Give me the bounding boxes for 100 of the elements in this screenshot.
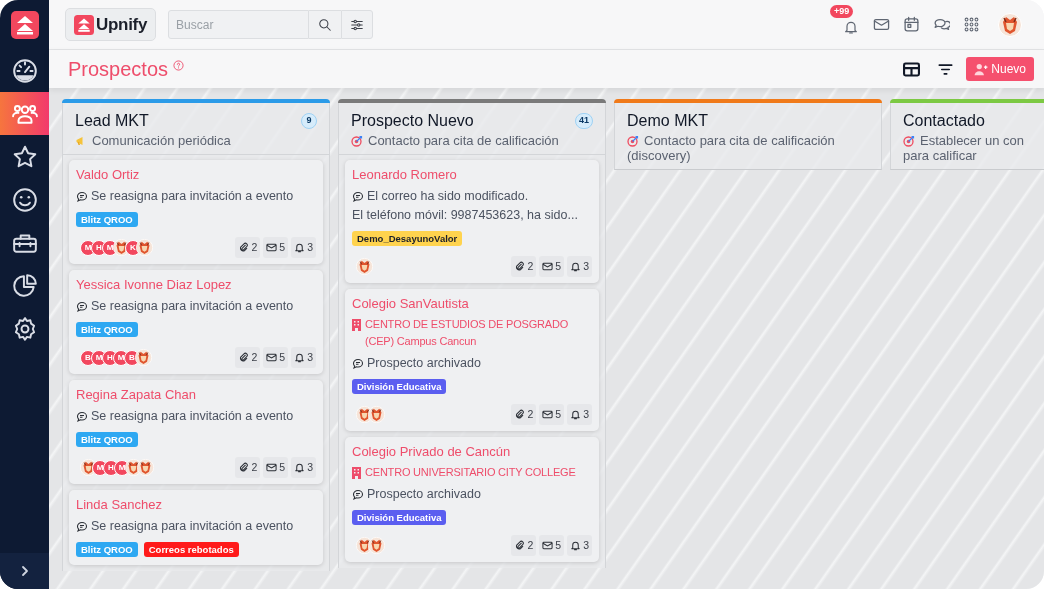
search-field[interactable]: Buscar bbox=[168, 10, 310, 39]
count-badge: 9 bbox=[301, 113, 317, 129]
comment-icon bbox=[76, 190, 88, 203]
column-subtitle: (discovery) bbox=[627, 148, 691, 163]
comment-icon bbox=[352, 190, 364, 203]
prospect-card[interactable]: Regina Zapata Chan Se reasigna para invitación a evento Blitz QROO M H M 2 5 3 bbox=[69, 380, 323, 484]
reminder-count: 3 bbox=[307, 349, 313, 365]
mail-icon bbox=[266, 352, 278, 363]
count-badge: 41 bbox=[575, 113, 593, 129]
user-avatar-button[interactable] bbox=[998, 12, 1022, 37]
reminder-count: 3 bbox=[307, 459, 313, 475]
column-subtitle: Contacto para cita de calificación bbox=[644, 133, 835, 148]
notification-count-badge: +99 bbox=[830, 4, 854, 18]
email-count: 5 bbox=[279, 239, 286, 255]
column-subtitle: para calificar bbox=[903, 148, 977, 163]
bell-icon bbox=[570, 540, 582, 551]
table-icon bbox=[902, 61, 920, 77]
column-title: Contactado bbox=[903, 111, 985, 131]
app-logo[interactable]: Upnify bbox=[65, 8, 157, 41]
email-count: 5 bbox=[555, 406, 562, 422]
mail-icon bbox=[266, 242, 278, 253]
avatar-icon bbox=[368, 537, 385, 554]
prospect-card[interactable]: Yessica Ivonne Diaz Lopez Se reasigna para invitación a evento Blitz QROO B M H M B 2 5 3 bbox=[69, 270, 323, 374]
attachment-count: 2 bbox=[527, 406, 534, 422]
bell-icon bbox=[294, 462, 306, 473]
column-subtitle: Comunicación periódica bbox=[92, 133, 231, 148]
apps-grid-icon bbox=[962, 16, 980, 33]
gauge-icon bbox=[11, 57, 38, 84]
avatar-icon bbox=[368, 406, 385, 423]
pie-chart-icon bbox=[11, 272, 38, 299]
calendar-icon bbox=[902, 16, 920, 33]
tag: División Educativa bbox=[352, 379, 447, 394]
expand-sidebar-button[interactable] bbox=[0, 553, 49, 589]
mail-icon bbox=[542, 540, 554, 551]
activity-note: El teléfono móvil: 9987453623, ha sido... bbox=[352, 207, 578, 224]
page-title: Prospectos bbox=[68, 57, 169, 82]
mail-icon bbox=[542, 261, 554, 272]
logo-icon bbox=[74, 14, 94, 35]
activity-note: El correo ha sido modificado. bbox=[367, 188, 529, 205]
comment-icon bbox=[352, 357, 364, 370]
paperclip-icon bbox=[238, 242, 250, 253]
tag: Correos rebotados bbox=[143, 542, 239, 557]
prospect-card[interactable]: Valdo Ortiz Se reasigna para invitación a evento Blitz QROO M H M K 2 5 3 bbox=[69, 160, 323, 264]
avatar-icon bbox=[356, 258, 373, 275]
building-icon bbox=[352, 467, 361, 479]
email-count: 5 bbox=[279, 459, 286, 475]
filter-icon bbox=[937, 62, 953, 76]
prospect-card[interactable]: Colegio SanVautista CENTRO DE ESTUDIOS DE POSGRADO (CEP) Campus Cancun Prospecto archivado División Educativa 2 5 3 bbox=[345, 289, 599, 431]
company-name: CENTRO DE ESTUDIOS DE POSGRADO (CEP) Campus Cancun bbox=[365, 317, 570, 349]
chat-bubbles-icon bbox=[932, 16, 950, 33]
prospect-card[interactable]: Colegio Privado de Cancún CENTRO UNIVERSITARIO CITY COLLEGE Prospecto archivado División Educativa 2 5 3 bbox=[345, 437, 599, 562]
tag: Blitz QROO bbox=[76, 432, 138, 447]
building-icon bbox=[352, 319, 361, 331]
activity-note: Se reasigna para invitación a evento bbox=[91, 408, 294, 425]
avatar-icon bbox=[135, 349, 152, 366]
activity-note: Prospecto archivado bbox=[367, 355, 481, 372]
reminder-count: 3 bbox=[307, 239, 313, 255]
column-subtitle: Establecer un con bbox=[920, 133, 1025, 148]
comment-icon bbox=[76, 410, 88, 423]
bell-icon bbox=[570, 409, 582, 420]
prospect-card[interactable]: Leonardo Romero El correo ha sido modificado. El teléfono móvil: 9987453623, ha sido... Demo_DesayunoValor 2 5 3 bbox=[345, 160, 599, 283]
email-count: 5 bbox=[279, 349, 286, 365]
tag: División Educativa bbox=[352, 510, 447, 525]
search-button[interactable] bbox=[309, 10, 342, 39]
reminder-count: 3 bbox=[583, 258, 589, 274]
activity-note: Se reasigna para invitación a evento bbox=[91, 298, 294, 315]
prospect-card[interactable]: Linda Sanchez Se reasigna para invitación a evento Blitz QROO Correos rebotados bbox=[69, 490, 323, 565]
comment-icon bbox=[352, 488, 364, 501]
mail-icon bbox=[266, 462, 278, 473]
target-icon bbox=[627, 134, 639, 147]
calendar-button[interactable] bbox=[902, 15, 920, 34]
help-icon bbox=[173, 59, 185, 71]
bell-icon bbox=[570, 261, 582, 272]
attachment-count: 2 bbox=[251, 349, 258, 365]
search-icon bbox=[318, 17, 333, 32]
column-title: Prospecto Nuevo bbox=[351, 111, 474, 131]
apps-button[interactable] bbox=[962, 15, 980, 34]
attachment-count: 2 bbox=[527, 258, 534, 274]
add-user-icon bbox=[974, 62, 989, 76]
column-title: Lead MKT bbox=[75, 111, 149, 131]
smiley-icon bbox=[11, 186, 38, 213]
attachment-count: 2 bbox=[527, 537, 534, 553]
tag: Demo_DesayunoValor bbox=[352, 231, 463, 246]
email-count: 5 bbox=[555, 258, 562, 274]
bell-icon bbox=[294, 352, 306, 363]
filter-settings-button[interactable] bbox=[341, 10, 374, 39]
avatar-icon bbox=[136, 239, 153, 256]
activity-note: Se reasigna para invitación a evento bbox=[91, 188, 294, 205]
logo-icon bbox=[10, 10, 39, 39]
tag: Blitz QROO bbox=[76, 322, 138, 337]
target-icon bbox=[903, 134, 915, 147]
activity-note: Se reasigna para invitación a evento bbox=[91, 518, 294, 535]
comment-icon bbox=[76, 300, 88, 313]
column-title: Demo MKT bbox=[627, 111, 708, 131]
mail-icon bbox=[872, 16, 890, 33]
tag: Blitz QROO bbox=[76, 212, 138, 227]
activity-note: Prospecto archivado bbox=[367, 486, 481, 503]
attachment-count: 2 bbox=[251, 239, 258, 255]
email-count: 5 bbox=[555, 537, 562, 553]
star-icon bbox=[11, 143, 38, 170]
